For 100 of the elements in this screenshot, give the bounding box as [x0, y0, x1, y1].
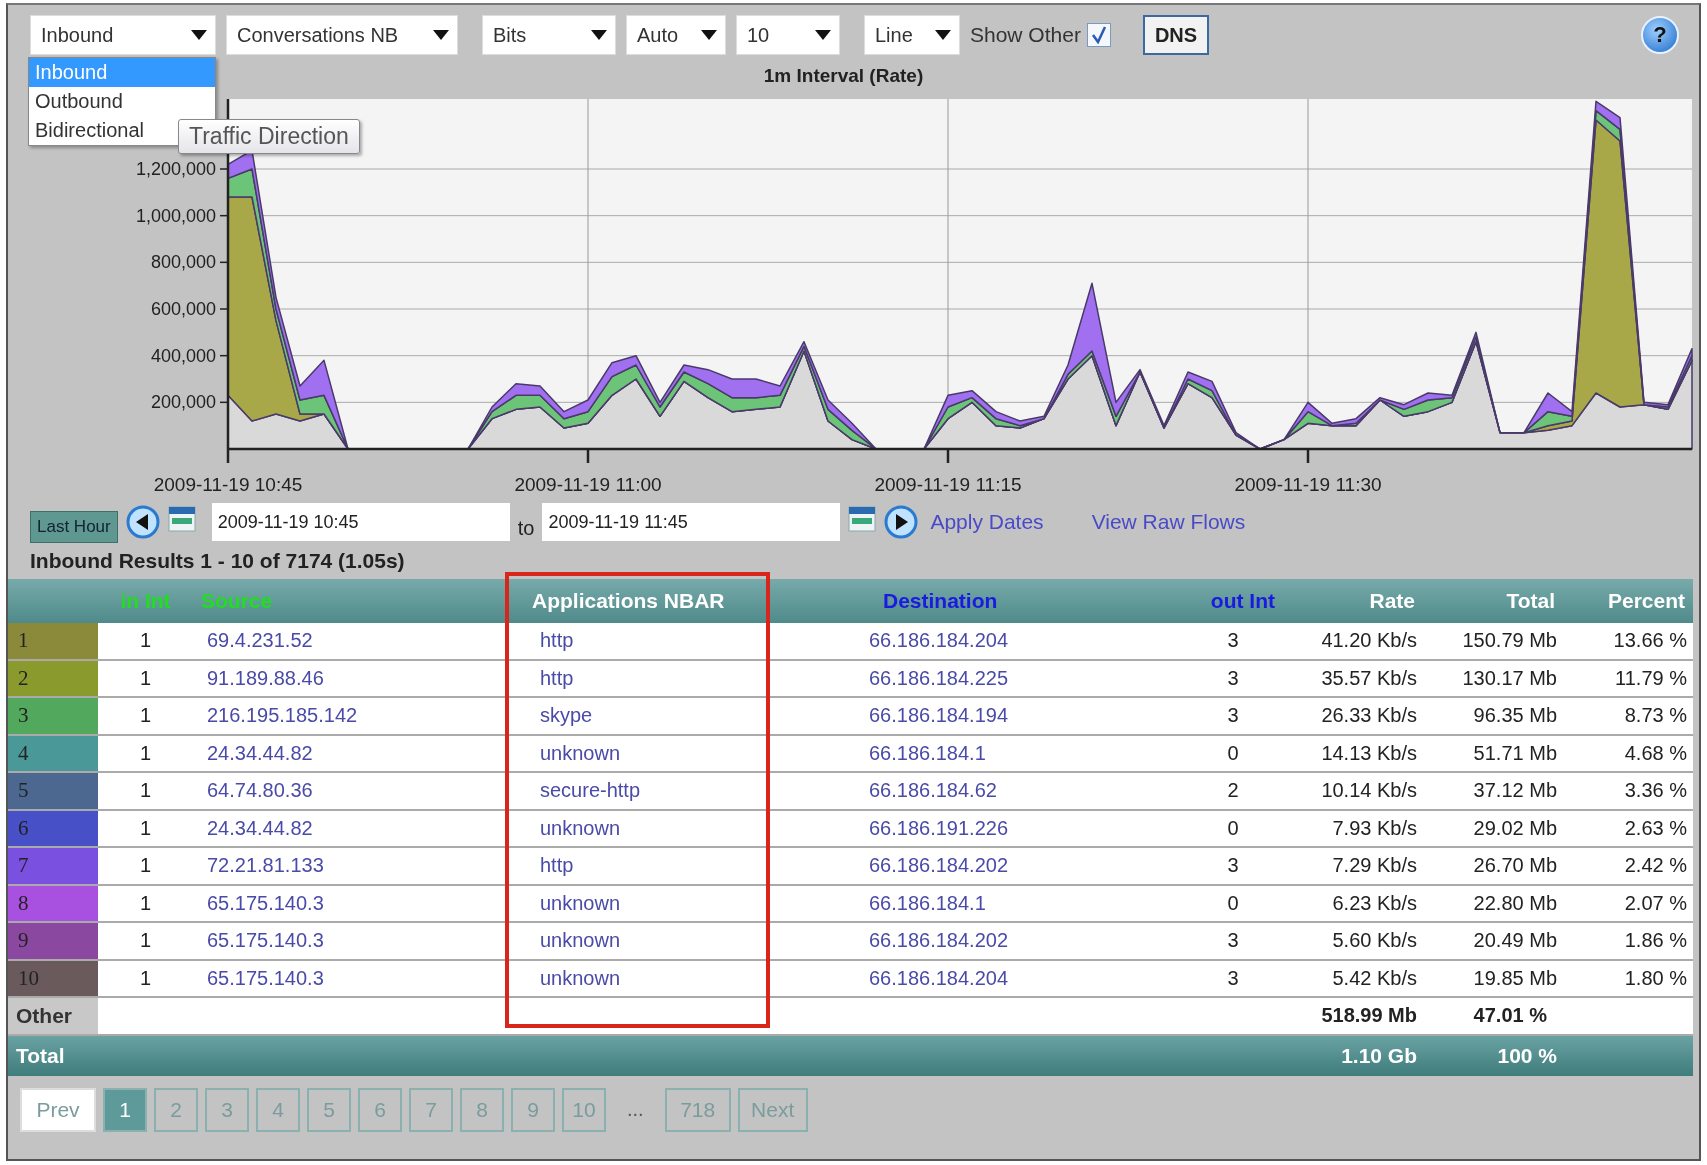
dropdown-select[interactable]: Auto [626, 15, 726, 55]
table-cell: 3 [1193, 623, 1283, 661]
check-icon [1090, 26, 1107, 44]
table-cell: 0 [1193, 885, 1283, 923]
rank-swatch: 4 [8, 735, 98, 773]
view-raw-flows-link[interactable]: View Raw Flows [1091, 510, 1246, 534]
table-cell: 7.29 Kb/s [1283, 848, 1423, 886]
application-link[interactable]: unknown [508, 810, 863, 848]
table-cell: 1 [98, 810, 193, 848]
table-cell: 1 [98, 623, 193, 661]
destination-link[interactable]: 66.186.184.62 [863, 773, 1193, 811]
destination-link[interactable]: 66.186.184.202 [863, 923, 1193, 961]
table-cell: 7.93 Kb/s [1283, 810, 1423, 848]
calendar-icon[interactable] [167, 506, 196, 532]
rank-swatch: 8 [8, 885, 98, 923]
table-cell: 3 [1193, 660, 1283, 698]
x-tick-label: 2009-11-19 11:15 [874, 474, 1022, 495]
table-cell: 150.79 Mb [1423, 623, 1563, 661]
dropdown-select[interactable]: Line [864, 15, 960, 55]
caret-icon [701, 30, 717, 40]
rank-swatch: 9 [8, 923, 98, 961]
last-hour-button[interactable]: Last Hour [30, 511, 118, 543]
show-other-label: Show Other [970, 23, 1081, 47]
application-link[interactable]: unknown [508, 885, 863, 923]
dropdown-select[interactable]: 10 [736, 15, 840, 55]
calendar-icon[interactable] [848, 506, 877, 532]
table-cell: 19.85 Mb [1423, 960, 1563, 998]
caret-icon [433, 30, 449, 40]
table-cell: 5.60 Kb/s [1283, 923, 1423, 961]
table-cell: 14.13 Kb/s [1283, 735, 1423, 773]
end-date-field[interactable]: 2009-11-19 11:45 [542, 503, 841, 541]
application-link[interactable]: secure-http [508, 773, 863, 811]
application-link[interactable]: http [508, 623, 863, 661]
destination-link[interactable]: 66.186.191.226 [863, 810, 1193, 848]
table-cell: 8.73 % [1563, 698, 1693, 736]
table-cell: 22.80 Mb [1423, 885, 1563, 923]
rank-swatch: 7 [8, 848, 98, 886]
destination-link[interactable]: 66.186.184.204 [863, 623, 1193, 661]
other-label: Other [8, 998, 98, 1034]
help-button[interactable]: ? [1641, 16, 1679, 54]
destination-link[interactable]: 66.186.184.225 [863, 660, 1193, 698]
dropdown-select[interactable]: Inbound [30, 15, 216, 55]
application-link[interactable]: http [508, 848, 863, 886]
table-cell: 13.66 % [1563, 623, 1693, 661]
application-link[interactable]: skype [508, 698, 863, 736]
destination-link[interactable]: 66.186.184.1 [863, 885, 1193, 923]
table-cell: 10.14 Kb/s [1283, 773, 1423, 811]
destination-link[interactable]: 66.186.184.204 [863, 960, 1193, 998]
table-cell: 1 [98, 923, 193, 961]
start-date-field[interactable]: 2009-11-19 10:45 [211, 503, 510, 541]
dropdown-select[interactable]: Conversations NB [226, 15, 458, 55]
rank-swatch: 1 [8, 623, 98, 661]
dropdown-select[interactable]: Bits [482, 15, 616, 55]
source-link[interactable]: 64.74.80.36 [193, 773, 508, 811]
rank-swatch: 6 [8, 810, 98, 848]
source-link[interactable]: 65.175.140.3 [193, 960, 508, 998]
table-cell: 1 [98, 848, 193, 886]
destination-link[interactable]: 66.186.184.194 [863, 698, 1193, 736]
dns-button[interactable]: DNS [1142, 15, 1210, 55]
previous-icon[interactable] [125, 505, 160, 539]
menu-item[interactable]: Outbound [29, 87, 215, 116]
table-cell: 96.35 Mb [1423, 698, 1563, 736]
table-cell: 26.33 Kb/s [1283, 698, 1423, 736]
table-cell: 0 [1193, 735, 1283, 773]
to-label: to [517, 516, 535, 540]
table-cell: 1.80 % [1563, 960, 1693, 998]
table-cell: 2.42 % [1563, 848, 1693, 886]
table-cell: 6.23 Kb/s [1283, 885, 1423, 923]
y-tick-label: 1,200,000 [135, 159, 216, 179]
other-total: 518.99 Mb [1320, 1003, 1418, 1029]
table-cell: 0 [1193, 810, 1283, 848]
source-link[interactable]: 69.4.231.52 [193, 623, 508, 661]
table-cell: 1 [98, 735, 193, 773]
source-link[interactable]: 65.175.140.3 [193, 885, 508, 923]
table-cell: 130.17 Mb [1423, 660, 1563, 698]
source-link[interactable]: 91.189.88.46 [193, 660, 508, 698]
source-link[interactable]: 65.175.140.3 [193, 923, 508, 961]
apply-dates-link[interactable]: Apply Dates [930, 510, 1044, 534]
table-cell: 1 [98, 773, 193, 811]
source-link[interactable]: 72.21.81.133 [193, 848, 508, 886]
application-link[interactable]: http [508, 660, 863, 698]
x-tick-label: 2009-11-19 11:00 [514, 474, 662, 495]
rank-swatch: 2 [8, 660, 98, 698]
rank-swatch: 5 [8, 773, 98, 811]
show-other-checkbox[interactable] [1086, 23, 1111, 47]
application-link[interactable]: unknown [508, 960, 863, 998]
table-cell: 41.20 Kb/s [1283, 623, 1423, 661]
destination-link[interactable]: 66.186.184.202 [863, 848, 1193, 886]
table-cell: 4.68 % [1563, 735, 1693, 773]
application-link[interactable]: unknown [508, 735, 863, 773]
source-link[interactable]: 24.34.44.82 [193, 735, 508, 773]
application-link[interactable]: unknown [508, 923, 863, 961]
ellipsis: ... [626, 1098, 645, 1121]
table-cell: 20.49 Mb [1423, 923, 1563, 961]
table-cell: 3.36 % [1563, 773, 1693, 811]
next-icon[interactable] [884, 505, 919, 539]
table-cell: 26.70 Mb [1423, 848, 1563, 886]
destination-link[interactable]: 66.186.184.1 [863, 735, 1193, 773]
source-link[interactable]: 216.195.185.142 [193, 698, 508, 736]
source-link[interactable]: 24.34.44.82 [193, 810, 508, 848]
